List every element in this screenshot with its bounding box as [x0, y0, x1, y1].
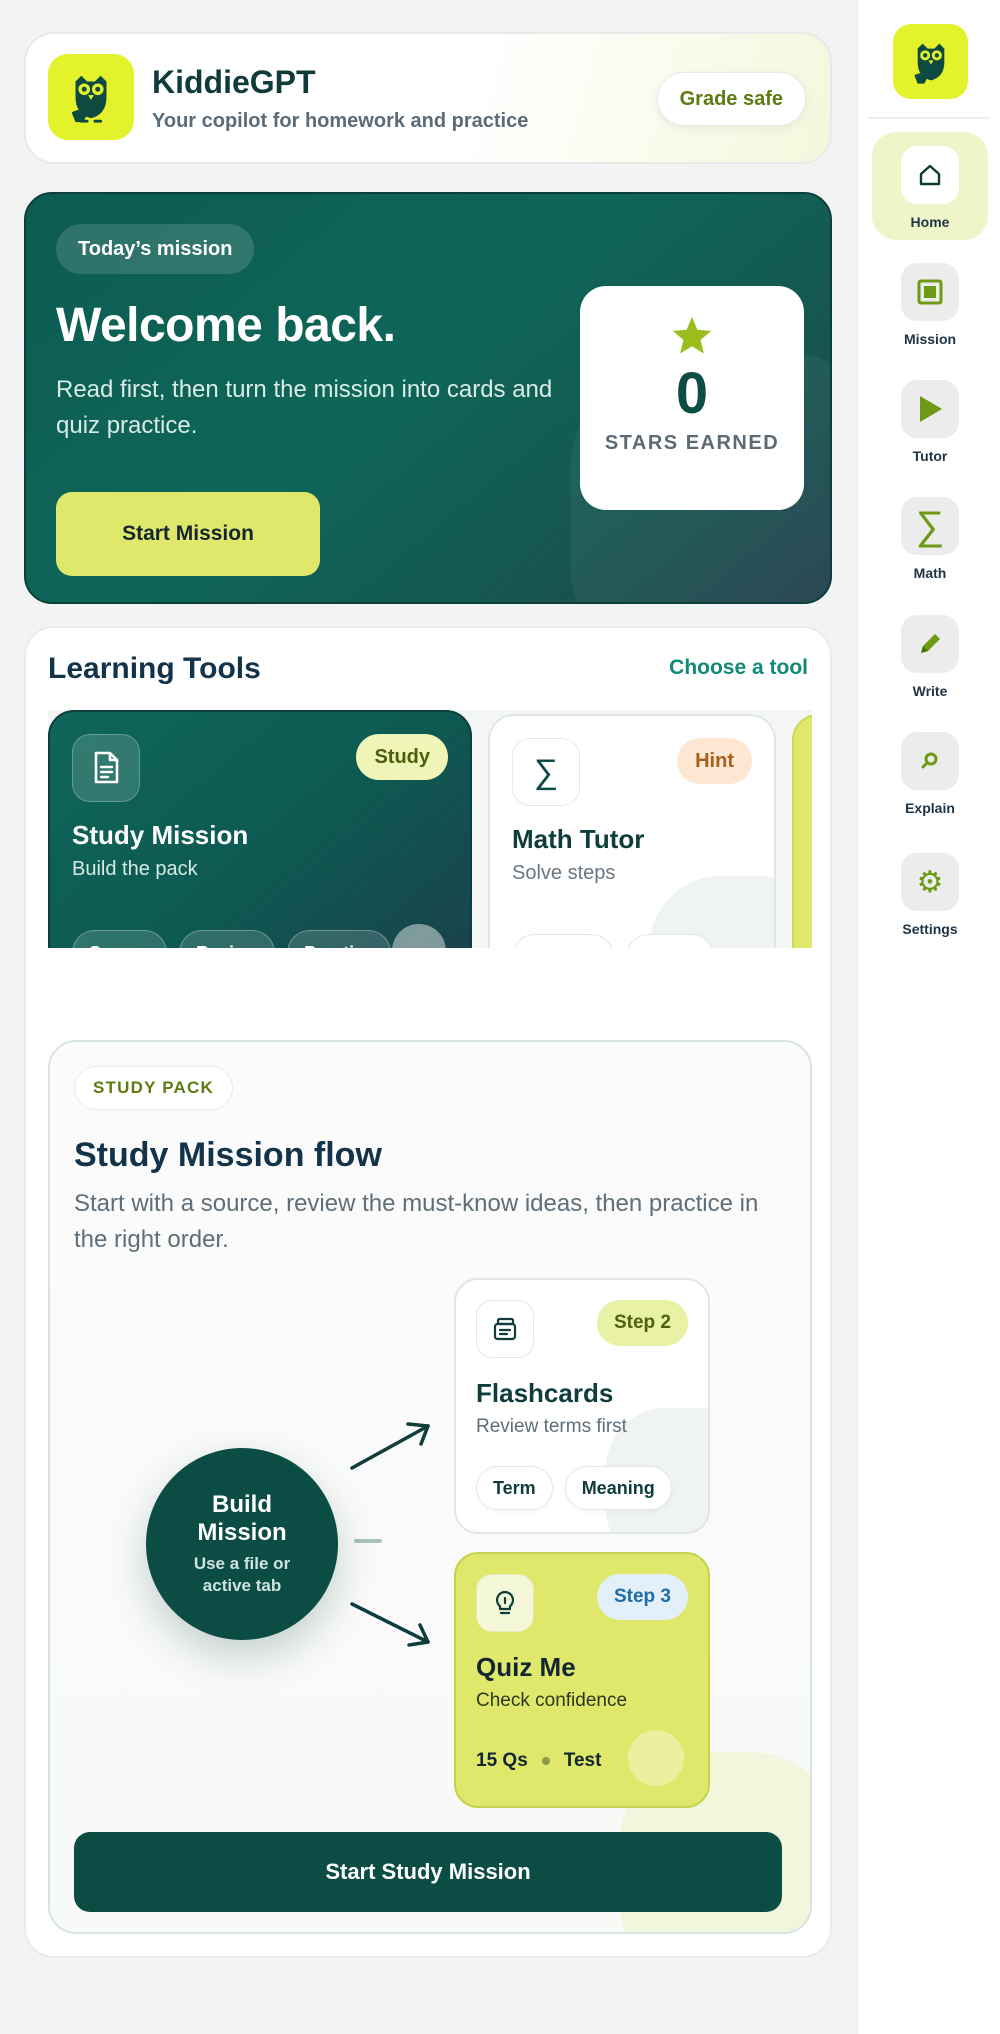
build-mission-subtitle: Use a file or active tab: [193, 1554, 291, 1595]
stars-earned-card: 0 STARS EARNED: [580, 286, 804, 510]
nav-item-mission[interactable]: Mission: [872, 249, 988, 357]
document-icon: [72, 734, 140, 802]
tool-name: Study Mission: [72, 820, 249, 850]
nav-label: Math: [913, 565, 947, 581]
nav-item-write[interactable]: Write: [872, 601, 988, 709]
nav-label: Mission: [903, 331, 957, 347]
tools-carousel[interactable]: Study Study Mission Build the pack Sourc…: [48, 710, 812, 948]
nav-item-explain[interactable]: Explain: [872, 718, 988, 826]
card-decoration: [392, 924, 446, 948]
study-pack-section: STUDY PACK Study Mission flow Start with…: [48, 1040, 812, 1934]
nav-label: Tutor: [912, 448, 948, 464]
chip-capture[interactable]: Capture: [512, 934, 615, 948]
quiz-meta: 15 Qs Test: [476, 1750, 601, 1772]
nav-item-settings[interactable]: ⚙ Settings: [872, 839, 988, 947]
magnifier-icon: [901, 732, 959, 790]
build-mission-node[interactable]: Build Mission Use a file or active tab: [146, 1448, 338, 1640]
step-card-flashcards[interactable]: Step 2 Flashcards Review terms first Ter…: [454, 1278, 710, 1534]
mission-hero: Today’s mission Welcome back. Read first…: [24, 192, 832, 604]
step-name: Flashcards: [476, 1378, 614, 1408]
step-card-quiz-me[interactable]: Step 3 Quiz Me Check confidence 15 Qs Te…: [454, 1552, 710, 1808]
play-icon: [901, 380, 959, 438]
build-mission-title: Build Mission: [197, 1491, 287, 1546]
cards-icon: [476, 1300, 534, 1358]
start-mission-button[interactable]: Start Mission: [56, 492, 320, 576]
study-pack-title: Study Mission flow: [74, 1136, 382, 1174]
home-icon: [901, 146, 959, 204]
owl-logo-icon: [48, 54, 134, 140]
todays-mission-pill: Today’s mission: [56, 224, 255, 274]
chip-review[interactable]: Review: [179, 930, 276, 948]
nav-item-home[interactable]: Home: [872, 132, 988, 240]
nav-item-tutor[interactable]: Tutor: [872, 366, 988, 474]
tool-description: Solve steps: [512, 862, 616, 884]
hint-tag: Hint: [677, 738, 752, 784]
step-3-tag: Step 3: [596, 1574, 688, 1620]
tool-description: Build the pack: [72, 858, 198, 880]
nav-item-math[interactable]: ∑ Math: [872, 483, 988, 591]
quiz-mode: Test: [563, 1750, 602, 1771]
nav-divider: [868, 117, 990, 119]
nav-label: Settings: [902, 921, 958, 937]
app-tagline: Your copilot for homework and practice: [152, 110, 529, 132]
pencil-icon: [901, 615, 959, 673]
chip-term[interactable]: Term: [476, 1466, 553, 1510]
main-panel: Learning Tools Choose a tool Study Study…: [24, 626, 832, 1958]
start-study-mission-button[interactable]: Start Study Mission: [74, 1832, 782, 1912]
sigma-icon: ∑: [901, 497, 959, 555]
hero-description: Read first, then turn the mission into c…: [56, 376, 553, 439]
nav-label: Write: [912, 683, 948, 699]
step-description: Review terms first: [476, 1416, 627, 1437]
tool-card-math-tutor[interactable]: ∑ Hint Math Tutor Solve steps Capture Ch…: [488, 714, 776, 948]
chip-check[interactable]: Check: [626, 934, 715, 948]
chip-practice[interactable]: Practice: [287, 930, 392, 948]
study-tag: Study: [356, 734, 448, 780]
chip-source[interactable]: Source: [72, 930, 168, 948]
learning-tools-title: Learning Tools: [48, 652, 261, 685]
lightbulb-icon: [476, 1574, 534, 1632]
side-nav: Home Mission Tutor ∑ Math Write Explain …: [857, 0, 1000, 2034]
tool-card-study-mission[interactable]: Study Study Mission Build the pack Sourc…: [48, 710, 472, 948]
step-2-tag: Step 2: [596, 1300, 688, 1346]
tool-chips: Source Review Practice: [72, 930, 392, 948]
stars-count: 0: [675, 361, 709, 426]
nav-label: Home: [910, 214, 950, 230]
card-decoration: [628, 1730, 684, 1786]
study-pack-description: Start with a source, review the must-kno…: [74, 1190, 759, 1253]
separator-dot: [541, 1757, 550, 1765]
tool-card-next-peek[interactable]: [792, 714, 812, 948]
tool-chips: Capture Check: [512, 934, 715, 948]
hero-title: Welcome back.: [56, 299, 396, 352]
owl-logo-icon[interactable]: [893, 24, 968, 99]
star-icon: [672, 316, 712, 354]
mission-icon: [901, 263, 959, 321]
gear-icon: ⚙: [901, 853, 959, 911]
sigma-icon: ∑: [512, 738, 580, 806]
tool-name: Math Tutor: [512, 824, 645, 854]
nav-label: Explain: [905, 800, 955, 816]
step-description: Check confidence: [476, 1690, 628, 1711]
choose-tool-link[interactable]: Choose a tool: [669, 656, 808, 680]
chip-meaning[interactable]: Meaning: [564, 1466, 672, 1510]
grade-safe-badge[interactable]: Grade safe: [656, 72, 806, 126]
app-header: KiddieGPT Your copilot for homework and …: [24, 32, 832, 164]
step-name: Quiz Me: [476, 1652, 576, 1682]
step-chips: Term Meaning: [476, 1466, 672, 1510]
stars-label: STARS EARNED: [604, 432, 780, 454]
study-pack-tag: STUDY PACK: [74, 1066, 233, 1110]
question-count: 15 Qs: [476, 1750, 528, 1771]
app-title: KiddieGPT: [152, 64, 316, 100]
